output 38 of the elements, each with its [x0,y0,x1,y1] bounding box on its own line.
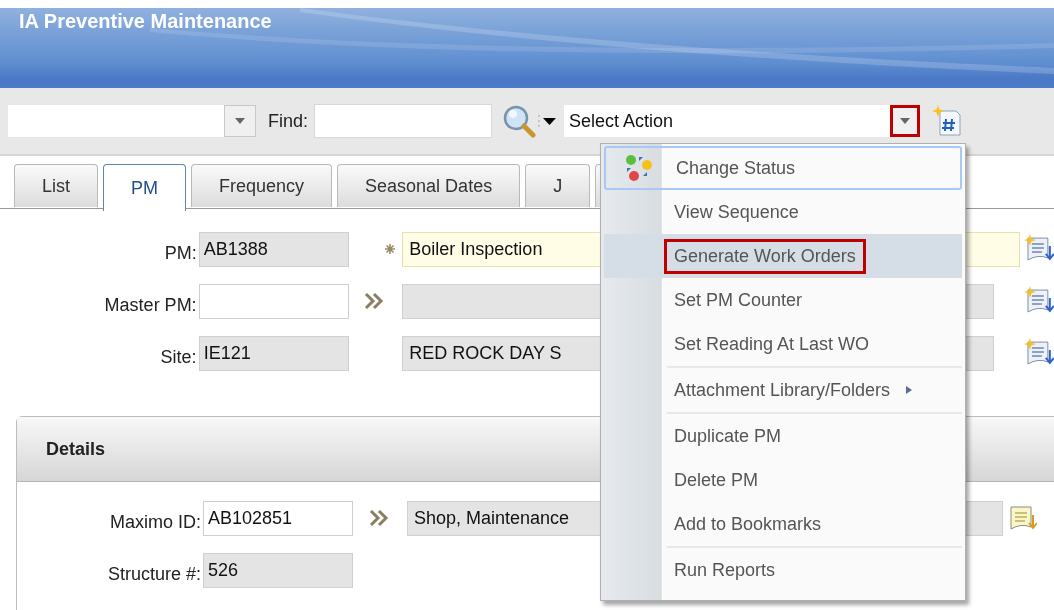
new-list-icon[interactable] [1024,234,1054,264]
lookup-chevron-icon[interactable] [369,509,391,527]
menu-item[interactable]: Set PM Counter [604,278,962,322]
tab[interactable]: Seasonal Dates [337,164,521,207]
input-field[interactable]: AB102851 [203,500,353,536]
tab[interactable]: PM [103,164,186,211]
menu-item[interactable]: Set Reading At Last WO [604,322,962,366]
field-label: Master PM: [103,293,198,316]
menu-item[interactable]: Run Reports [604,548,962,592]
tab[interactable]: Frequency [191,164,333,207]
menu-item[interactable]: Change Status [604,146,962,190]
status-change-icon[interactable] [624,154,654,182]
tab[interactable]: List [14,164,98,207]
action-select[interactable]: Select Action [564,105,921,137]
field-label: PM: [163,241,198,264]
field-label: Maximo ID: [109,510,202,533]
menu-item[interactable]: View Sequence [604,190,962,234]
menu-item[interactable]: Duplicate PM [604,414,962,458]
submenu-arrow-icon[interactable] [905,385,914,395]
window-title: IA Preventive Maintenance [19,10,272,33]
find-field[interactable] [314,104,493,138]
required-asterisk-icon [385,244,396,254]
input-field[interactable]: IE121 [198,335,349,371]
input-field[interactable]: 526 [203,552,353,588]
input-field[interactable]: AB1388 [198,231,349,267]
menu-item[interactable]: Generate Work Orders [604,234,962,278]
find-label: Find: [268,110,309,132]
menu-item[interactable]: Attachment Library/Folders [604,368,962,412]
new-document-icon[interactable] [932,105,963,137]
field-label: Site: [159,345,198,368]
menu-item[interactable]: Add to Bookmarks [604,502,962,546]
input-field[interactable] [198,283,349,319]
tab[interactable]: J [525,164,591,207]
field-label: Structure #: [106,562,202,585]
dropdown-arrow-icon[interactable] [536,112,559,130]
new-list-icon[interactable] [1024,338,1054,368]
new-list-icon[interactable] [1024,286,1054,316]
highlight-frame: Generate Work Orders [664,238,866,274]
